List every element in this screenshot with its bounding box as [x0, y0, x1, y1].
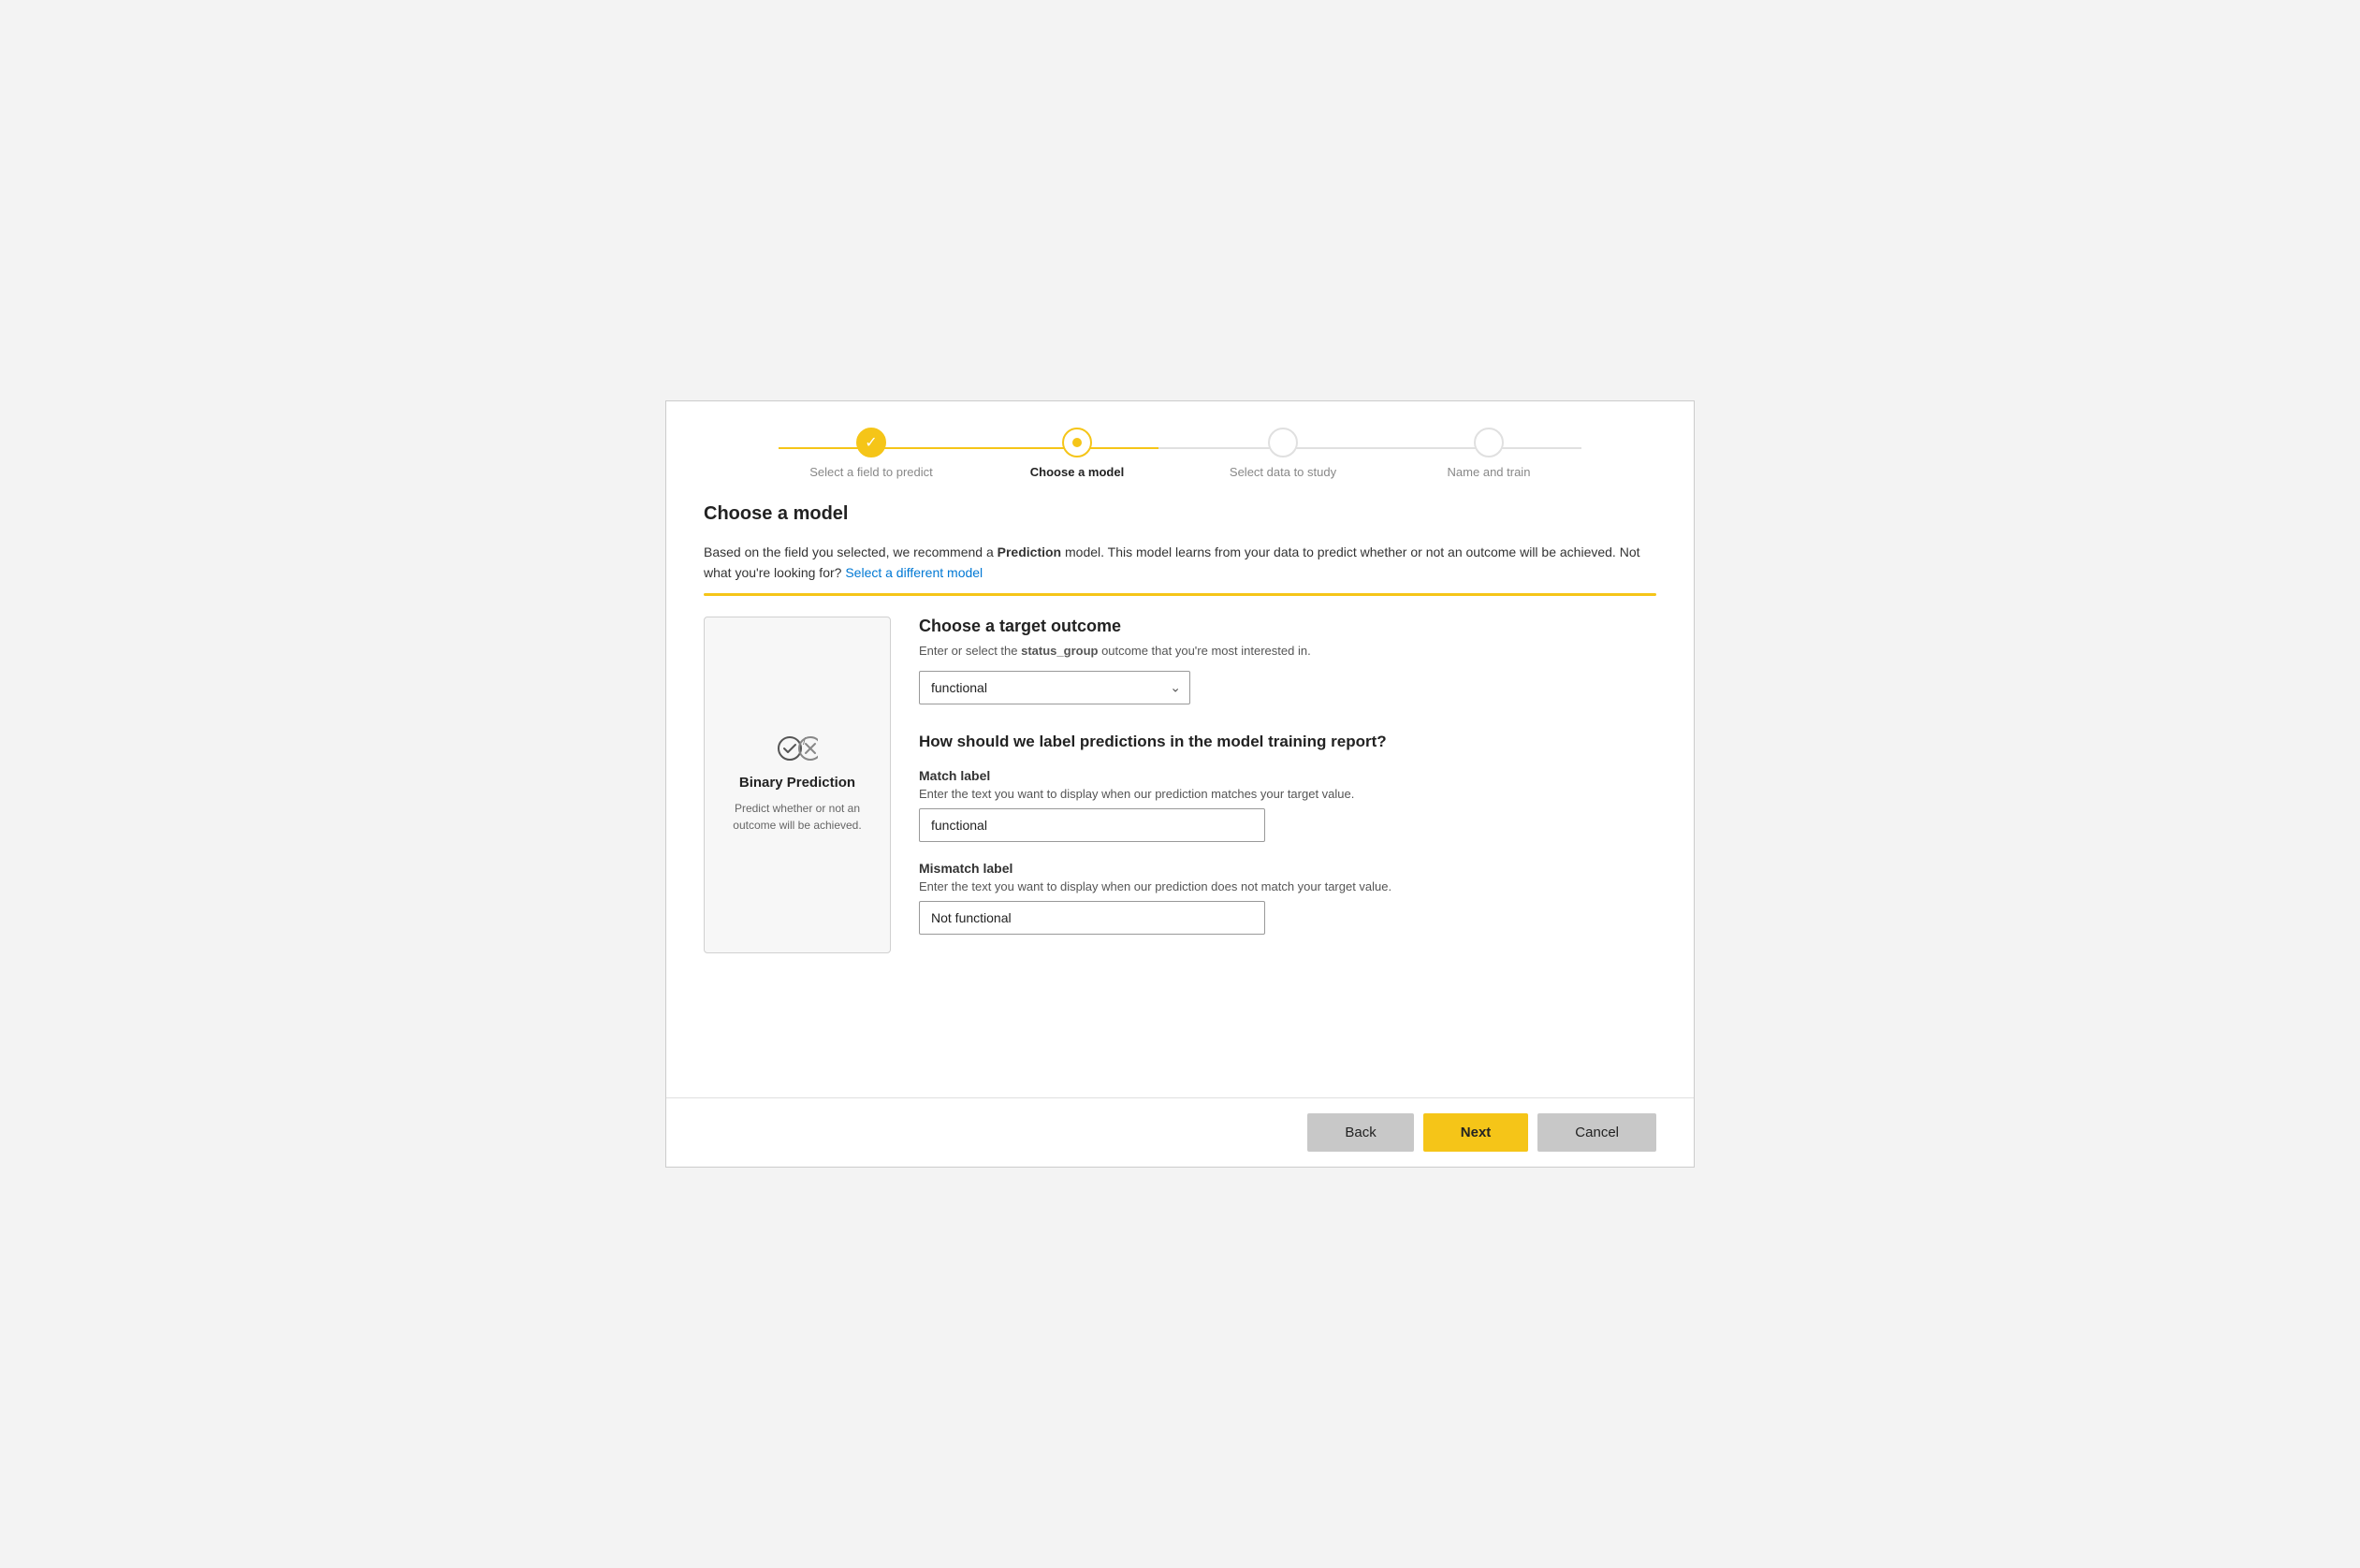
step-4-label: Name and train	[1448, 465, 1531, 479]
select-different-model-link[interactable]: Select a different model	[845, 565, 983, 580]
cancel-button[interactable]: Cancel	[1537, 1113, 1656, 1152]
target-desc-suffix: outcome that you're most interested in.	[1098, 644, 1310, 658]
description-text: Based on the field you selected, we reco…	[704, 542, 1656, 584]
desc-prefix: Based on the field you selected, we reco…	[704, 544, 998, 559]
target-outcome-dropdown-wrapper: functional functional needs repair non f…	[919, 671, 1190, 704]
step-2-label: Choose a model	[1030, 465, 1124, 479]
mismatch-label-hint: Enter the text you want to display when …	[919, 879, 1656, 893]
field-name-bold: status_group	[1021, 644, 1098, 658]
target-outcome-desc: Enter or select the status_group outcome…	[919, 644, 1656, 658]
match-label-label: Match label	[919, 768, 1656, 783]
mismatch-label-group: Mismatch label Enter the text you want t…	[919, 861, 1656, 935]
mismatch-label-input[interactable]	[919, 901, 1265, 935]
step-2-circle	[1062, 428, 1092, 457]
gold-divider	[704, 593, 1656, 596]
target-desc-prefix: Enter or select the	[919, 644, 1021, 658]
footer: Back Next Cancel	[666, 1097, 1694, 1167]
page-title: Choose a model	[704, 503, 1656, 525]
next-button[interactable]: Next	[1423, 1113, 1529, 1152]
model-type-bold: Prediction	[998, 544, 1061, 559]
step-3-circle	[1268, 428, 1298, 457]
match-label-group: Match label Enter the text you want to d…	[919, 768, 1656, 842]
match-label-hint: Enter the text you want to display when …	[919, 787, 1656, 801]
step-1-circle: ✓	[856, 428, 886, 457]
mismatch-label-label: Mismatch label	[919, 861, 1656, 876]
checkmark-icon: ✓	[865, 433, 877, 452]
step-4-circle	[1474, 428, 1504, 457]
step-1: ✓ Select a field to predict	[768, 428, 974, 479]
step-4: Name and train	[1386, 428, 1592, 479]
model-card: / Binary Prediction Predict whether or n…	[704, 617, 891, 953]
binary-prediction-icon: /	[777, 735, 818, 762]
stepper: ✓ Select a field to predict Choose a mod…	[666, 401, 1694, 494]
main-window: ✓ Select a field to predict Choose a mod…	[665, 400, 1695, 1168]
target-outcome-title: Choose a target outcome	[919, 617, 1656, 636]
step-1-label: Select a field to predict	[809, 465, 933, 479]
step-2: Choose a model	[974, 428, 1180, 479]
step-3-label: Select data to study	[1230, 465, 1336, 479]
step-3: Select data to study	[1180, 428, 1386, 479]
model-card-title: Binary Prediction	[739, 775, 855, 791]
model-card-desc: Predict whether or not an outcome will b…	[720, 800, 875, 834]
label-section-title: How should we label predictions in the m…	[919, 733, 1656, 751]
main-section: / Binary Prediction Predict whether or n…	[704, 617, 1656, 953]
back-button[interactable]: Back	[1307, 1113, 1413, 1152]
target-outcome-dropdown[interactable]: functional functional needs repair non f…	[919, 671, 1190, 704]
match-label-input[interactable]	[919, 808, 1265, 842]
content-area: Choose a model Based on the field you se…	[666, 494, 1694, 1097]
form-panel: Choose a target outcome Enter or select …	[919, 617, 1656, 953]
